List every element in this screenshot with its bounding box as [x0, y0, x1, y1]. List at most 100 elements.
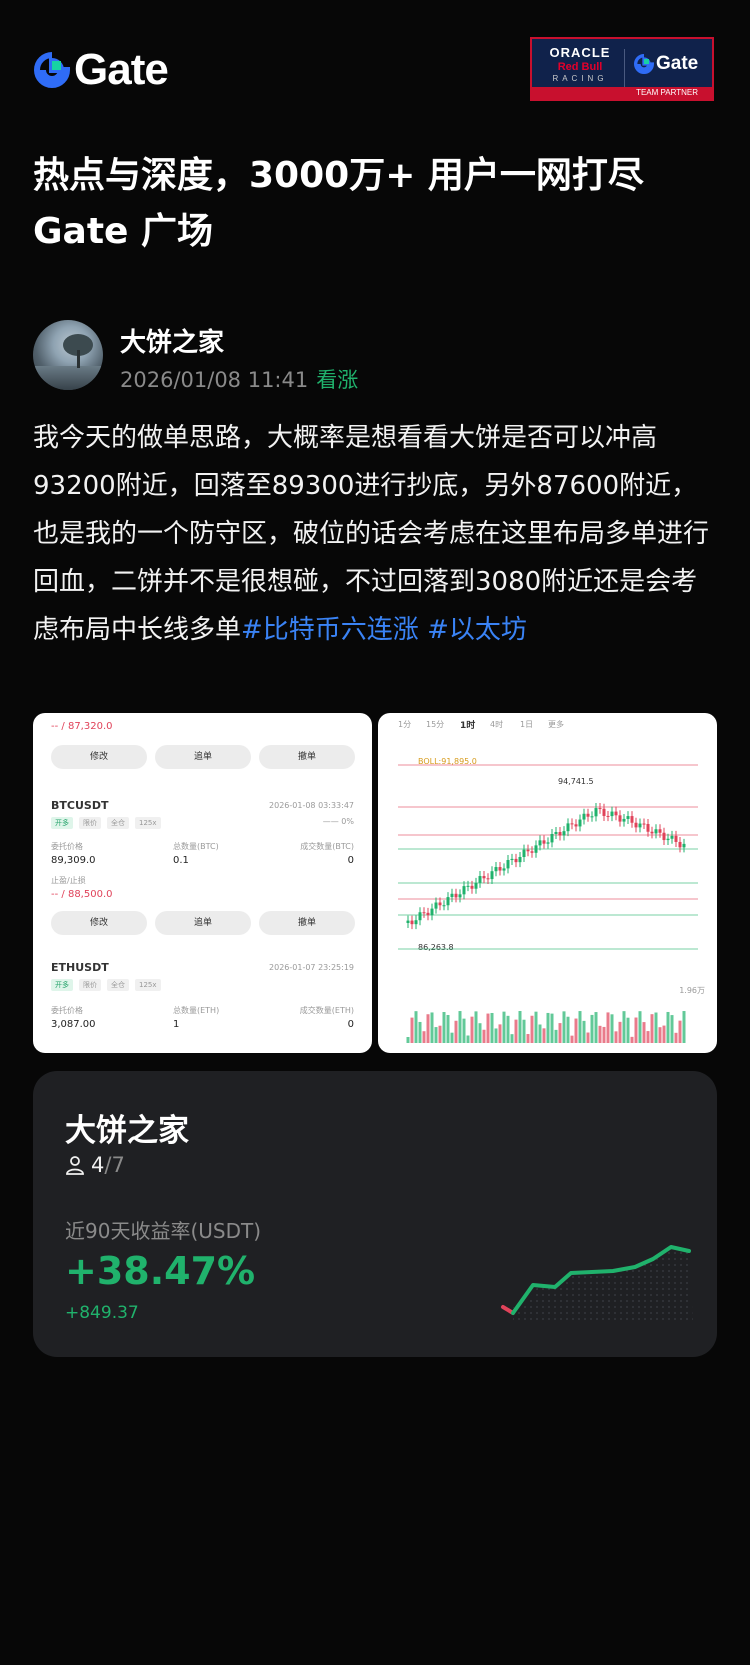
candle-body: [450, 893, 454, 898]
volume-bar: [626, 1017, 630, 1043]
order-chip: 125x: [135, 817, 161, 829]
avatar[interactable]: [33, 320, 103, 390]
candle-body: [486, 878, 490, 880]
volume-bar: [438, 1025, 442, 1043]
order-chip: 限价: [79, 817, 101, 829]
candle-body: [622, 818, 626, 822]
volume-bar: [466, 1035, 470, 1043]
candle-body: [634, 822, 638, 828]
hashtag-link[interactable]: #比特币六连涨: [241, 615, 419, 645]
volume-bar: [458, 1011, 462, 1043]
volume-bar: [562, 1011, 566, 1043]
follower-total: /7: [104, 1153, 125, 1177]
volume-bar: [578, 1011, 582, 1043]
volume-bar: [622, 1011, 626, 1043]
return-sparkline: [501, 1245, 693, 1321]
volume-bar: [478, 1023, 482, 1043]
volume-bar: [682, 1011, 686, 1043]
hashtag-link[interactable]: #以太坊: [427, 615, 527, 645]
volume-bar: [486, 1013, 490, 1043]
candle-body: [546, 842, 550, 844]
top-tpsl-value: -- / 87,320.0: [51, 721, 113, 732]
candle-body: [510, 858, 514, 861]
qty-value: 0.1: [173, 855, 189, 866]
candlestick-chart: [398, 764, 698, 1043]
volume-bar: [646, 1031, 650, 1043]
volume-bar: [606, 1012, 610, 1043]
candle-body: [578, 819, 582, 827]
candle-body: [530, 851, 534, 853]
redbull-text: Red Bull: [557, 61, 603, 73]
post-image-chart[interactable]: 1分 15分 1时 4时 1日 更多 BOLL:91,895.0 94,741.…: [378, 713, 717, 1053]
qty-label: 总数量(ETH): [173, 1006, 220, 1015]
post-meta: 2026/01/08 11:41 看涨: [120, 364, 358, 394]
price-value: 3,087.00: [51, 1019, 96, 1030]
volume-bar: [546, 1012, 550, 1043]
volume-bar: [634, 1017, 638, 1043]
candle-body: [674, 835, 678, 842]
price-label: 委托价格: [51, 842, 83, 851]
modify-button[interactable]: 修改: [51, 911, 147, 935]
avatar-trunk: [77, 350, 80, 368]
gate-logo[interactable]: Gate: [34, 45, 169, 94]
follower-current: 4: [91, 1153, 105, 1177]
candle-body: [678, 841, 682, 848]
copy-trade-card[interactable]: 大饼之家 4/7 近90天收益率(USDT) +38.47% +849.37: [33, 1071, 717, 1357]
candle-body: [590, 816, 594, 818]
candle-body: [434, 902, 438, 909]
volume-bar: [514, 1019, 518, 1043]
volume-bar: [550, 1013, 554, 1043]
candle-body: [506, 860, 510, 869]
volume-bar: [454, 1020, 458, 1043]
candle-body: [642, 823, 646, 825]
modify-button[interactable]: 修改: [51, 745, 147, 769]
chase-button[interactable]: 追单: [155, 911, 251, 935]
qty-label: 总数量(BTC): [173, 842, 219, 851]
candle-body: [454, 893, 458, 898]
filled-value: 0: [347, 855, 354, 866]
volume-bar: [494, 1028, 498, 1043]
candle-body: [446, 897, 450, 906]
author-name[interactable]: 大饼之家: [120, 322, 224, 359]
partner-divider: [624, 49, 625, 87]
volume-bar: [434, 1027, 438, 1043]
volume-bar: [670, 1015, 674, 1043]
candle-body: [538, 840, 542, 846]
partner-gate-text: Gate: [656, 53, 699, 74]
candle-body: [418, 912, 422, 921]
post-image-orders[interactable]: -- / 87,320.0 修改 追单 撤单 BTCUSDT 2026-01-0…: [33, 713, 372, 1053]
volume-bar: [534, 1011, 538, 1043]
candle-body: [522, 849, 526, 858]
candle-body: [566, 823, 570, 832]
volume-bar: [526, 1034, 530, 1043]
sentiment-badge: 看涨: [316, 368, 359, 392]
order-chip: 全仓: [107, 817, 129, 829]
volume-bar: [666, 1011, 670, 1043]
tpsl-label: 止盈/止损: [51, 876, 86, 885]
volume-bar: [406, 1037, 410, 1043]
candle-body: [618, 815, 622, 822]
candle-body: [574, 824, 578, 827]
cancel-button[interactable]: 撤单: [259, 911, 355, 935]
partner-banner[interactable]: ORACLE Red Bull RACING Gate TEAM PARTNER: [530, 37, 714, 101]
volume-bar: [582, 1020, 586, 1043]
volume-bar: [414, 1011, 418, 1043]
candle-body: [502, 868, 506, 871]
chase-button[interactable]: 追单: [155, 745, 251, 769]
volume-bar: [542, 1028, 546, 1043]
candle-body: [666, 838, 670, 841]
return-percent: +38.47%: [65, 1249, 256, 1293]
brand-name: Gate: [74, 45, 169, 94]
cancel-button[interactable]: 撤单: [259, 745, 355, 769]
candle-body: [658, 829, 662, 833]
candle-body: [626, 816, 630, 819]
candle-body: [442, 905, 446, 907]
volume-bar: [598, 1025, 602, 1043]
volume-bar: [450, 1032, 454, 1043]
volume-bar: [678, 1020, 682, 1043]
team-partner-tag: TEAM PARTNER: [532, 87, 712, 99]
candle-body: [478, 876, 482, 883]
order-chip: 开多: [51, 979, 73, 991]
volume-bar: [506, 1015, 510, 1043]
volume-bar: [518, 1011, 522, 1043]
